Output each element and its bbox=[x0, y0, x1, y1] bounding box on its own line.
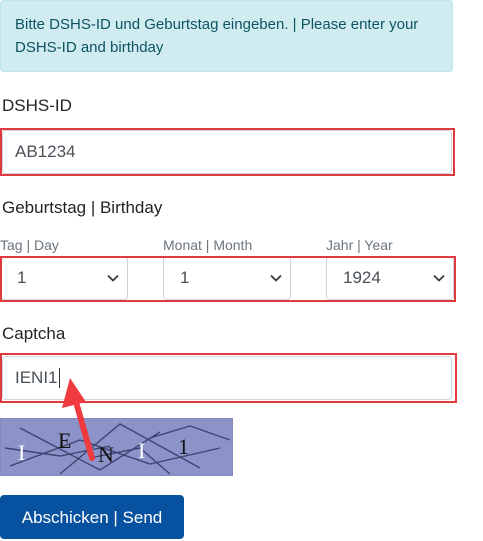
day-label: Tag | Day bbox=[0, 237, 59, 253]
year-label: Jahr | Year bbox=[326, 237, 393, 253]
submit-button[interactable]: Abschicken | Send bbox=[0, 495, 184, 539]
captcha-char: 1 bbox=[178, 434, 189, 459]
chevron-down-icon bbox=[433, 274, 445, 282]
birthday-label: Geburtstag | Birthday bbox=[2, 198, 163, 217]
annotation-arrow-icon bbox=[62, 378, 95, 461]
day-select[interactable]: 1 bbox=[0, 256, 128, 300]
day-select-value: 1 bbox=[17, 268, 27, 287]
captcha-char: I bbox=[18, 440, 25, 465]
dshs-id-value: AB1234 bbox=[15, 142, 76, 161]
chevron-down-icon bbox=[107, 274, 119, 282]
year-select-value: 1924 bbox=[343, 268, 381, 287]
dshs-id-input[interactable]: AB1234 bbox=[2, 130, 452, 174]
month-select-value: 1 bbox=[180, 268, 190, 287]
captcha-label: Captcha bbox=[2, 324, 66, 343]
month-label: Monat | Month bbox=[163, 237, 253, 253]
info-alert: Bitte DSHS-ID und Geburtstag eingeben. |… bbox=[0, 0, 453, 72]
chevron-down-icon bbox=[270, 274, 282, 282]
month-select[interactable]: 1 bbox=[163, 256, 291, 300]
dshs-id-label: DSHS-ID bbox=[2, 96, 72, 115]
captcha-char: I bbox=[138, 438, 145, 463]
year-select[interactable]: 1924 bbox=[326, 256, 454, 300]
info-alert-text: Bitte DSHS-ID und Geburtstag eingeben. |… bbox=[15, 16, 419, 56]
